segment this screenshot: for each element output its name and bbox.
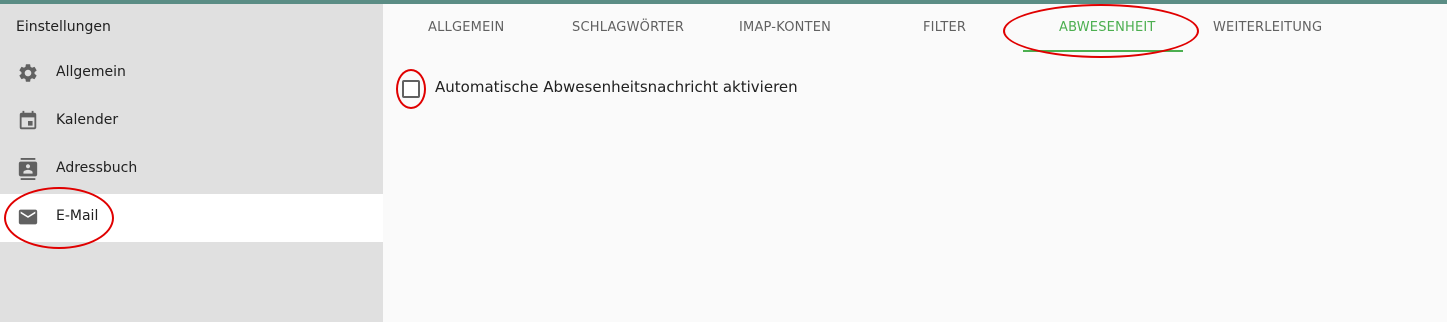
sidebar-title: Einstellungen xyxy=(16,19,111,35)
sidebar-item-allgemein[interactable]: Allgemein xyxy=(0,50,383,98)
tab-allgemein[interactable]: ALLGEMEIN xyxy=(428,20,504,40)
sidebar-item-label: Kalender xyxy=(56,112,119,128)
envelope-icon xyxy=(17,206,39,228)
gear-icon xyxy=(17,62,39,84)
tab-weiterleitung[interactable]: WEITERLEITUNG xyxy=(1213,20,1322,40)
tab-abwesenheit[interactable]: ABWESENHEIT xyxy=(1059,20,1156,40)
calendar-icon xyxy=(17,110,39,132)
sidebar-item-email[interactable]: E-Mail xyxy=(0,194,383,242)
tab-filter[interactable]: FILTER xyxy=(923,20,966,40)
contact-book-icon xyxy=(17,158,39,180)
sidebar-item-kalender[interactable]: Kalender xyxy=(0,98,383,146)
settings-sidebar: Einstellungen Allgemein Kalender Adressb… xyxy=(0,4,383,322)
tab-schlagwoerter[interactable]: SCHLAGWÖRTER xyxy=(572,20,684,40)
sidebar-item-adressbuch[interactable]: Adressbuch xyxy=(0,146,383,194)
sidebar-item-label: Allgemein xyxy=(56,64,126,80)
active-tab-indicator xyxy=(1023,50,1183,52)
tab-imap-konten[interactable]: IMAP-KONTEN xyxy=(739,20,831,40)
sidebar-item-label: E-Mail xyxy=(56,208,99,224)
absence-message-checkbox[interactable] xyxy=(402,80,420,98)
sidebar-item-label: Adressbuch xyxy=(56,160,138,176)
main-content: ALLGEMEIN SCHLAGWÖRTER IMAP-KONTEN FILTE… xyxy=(384,4,1447,322)
absence-message-checkbox-label[interactable]: Automatische Abwesenheitsnachricht aktiv… xyxy=(435,78,798,96)
